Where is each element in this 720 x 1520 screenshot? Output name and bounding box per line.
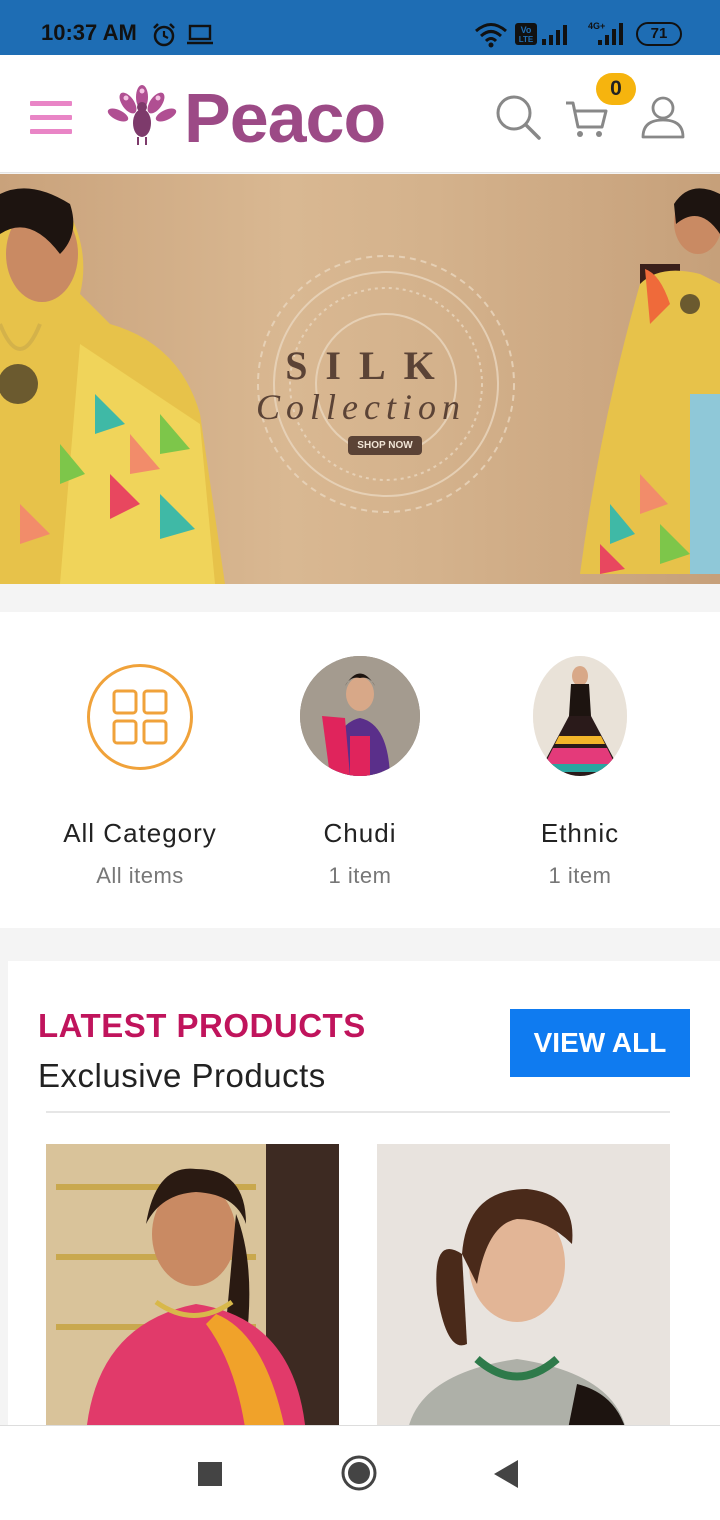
wifi-icon [475,23,507,48]
search-icon[interactable] [494,93,542,141]
svg-text:LTE: LTE [519,35,534,44]
latest-products-section: LATEST PRODUCTS Exclusive Products VIEW … [8,961,720,1434]
app-header: Peaco 0 [0,55,720,173]
cart-count-badge: 0 [596,73,636,105]
product-image [46,1144,339,1434]
brand-name: Peaco [184,79,386,157]
laptop-icon [187,24,213,45]
category-count: 1 item [548,863,612,888]
view-all-button[interactable]: VIEW ALL [510,1009,690,1077]
section-title: LATEST PRODUCTS [38,1007,366,1044]
category-name: Chudi [323,818,397,848]
shop-now-button[interactable]: SHOP NOW [348,436,422,455]
system-nav-bar [0,1425,720,1520]
volte-icon: Vo LTE [515,23,567,45]
recent-apps-icon[interactable] [198,1462,222,1486]
screen: 10:37 AM Vo LTE 4G+ 71 Peaco 0 SILK Coll… [0,0,720,1520]
battery-icon: 71 [636,22,682,46]
user-icon[interactable] [640,95,686,139]
category-name: All Category [63,818,217,848]
promo-banner[interactable]: SILK Collection SHOP NOW [0,174,720,584]
divider [46,1111,670,1113]
cart-icon[interactable] [564,99,608,139]
category-section: All Category All items Chudi 1 item Ethn… [0,612,720,928]
category-image [300,656,420,776]
category-image [533,656,627,776]
product-card[interactable] [377,1144,670,1434]
product-image [377,1144,670,1434]
category-name: Ethnic [540,818,620,848]
banner-title: SILK [285,343,453,388]
section-subtitle: Exclusive Products [38,1057,326,1094]
back-icon[interactable] [494,1460,518,1488]
category-count: 1 item [328,863,392,888]
peacock-logo-icon [107,85,177,145]
svg-text:4G+: 4G+ [588,21,605,31]
category-count: All items [96,863,184,888]
home-icon[interactable] [340,1454,378,1492]
menu-icon[interactable] [30,101,72,135]
banner-subtitle: Collection [256,387,466,427]
category-ethnic[interactable]: Ethnic 1 item [480,656,680,889]
brand-logo[interactable]: Peaco [106,81,386,153]
category-chudi[interactable]: Chudi 1 item [260,656,460,889]
status-time: 10:37 AM [41,20,137,45]
svg-text:Vo: Vo [521,25,532,35]
status-bar: 10:37 AM Vo LTE 4G+ 71 [0,0,720,55]
grid-icon [87,664,193,770]
signal-4g-icon: 4G+ [588,21,623,45]
alarm-icon [153,23,175,47]
product-card[interactable] [46,1144,339,1434]
category-all[interactable]: All Category All items [40,656,240,889]
